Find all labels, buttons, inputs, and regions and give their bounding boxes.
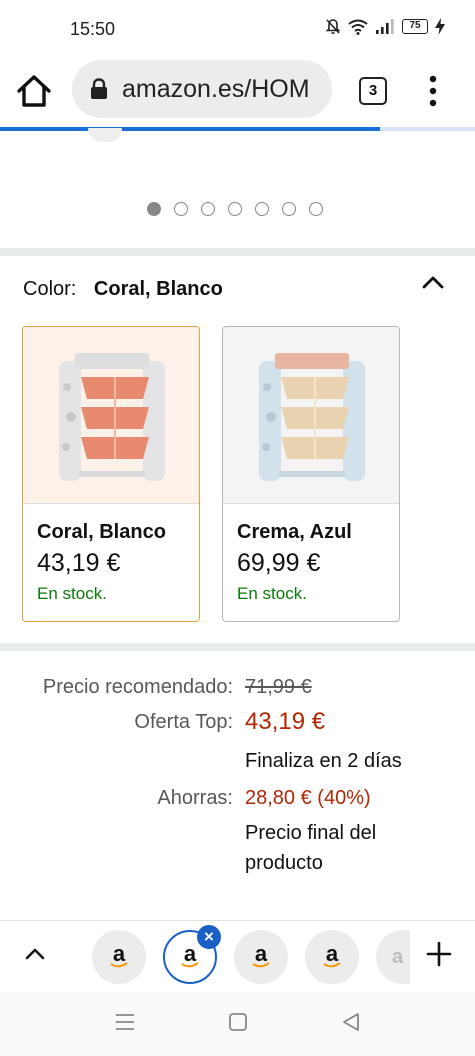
list-price: 71,99 € bbox=[245, 676, 312, 698]
carousel-dot[interactable] bbox=[282, 202, 296, 216]
lock-icon bbox=[91, 78, 107, 99]
tab-thumbnail[interactable]: a bbox=[305, 930, 359, 984]
signal-icon bbox=[376, 19, 394, 34]
section-divider bbox=[0, 248, 475, 256]
back-icon[interactable] bbox=[341, 1012, 361, 1032]
amazon-favicon: a bbox=[248, 941, 274, 970]
carousel-dot[interactable] bbox=[174, 202, 188, 216]
status-time: 15:50 bbox=[70, 19, 116, 39]
url-text: amazon.es/HOM bbox=[122, 74, 310, 103]
final-price-note-2: producto bbox=[245, 852, 323, 874]
status-icons: 75 bbox=[325, 18, 445, 35]
carousel-dot[interactable] bbox=[201, 202, 215, 216]
swatch-name: Coral, Blanco bbox=[37, 521, 166, 543]
charging-icon bbox=[435, 18, 445, 35]
tab-thumbnail[interactable]: a bbox=[234, 930, 288, 984]
color-selector-header: Color: Coral, Blanco bbox=[23, 278, 223, 301]
swatch-divider bbox=[23, 503, 199, 504]
home-square-icon[interactable] bbox=[228, 1012, 248, 1032]
savings-label: Ahorras: bbox=[157, 787, 233, 809]
swatch-price: 43,19 € bbox=[37, 549, 121, 577]
address-bar[interactable]: amazon.es/HOM bbox=[72, 60, 332, 118]
color-label: Color: bbox=[23, 278, 77, 300]
carousel-dot[interactable] bbox=[255, 202, 269, 216]
swatch-name: Crema, Azul bbox=[237, 521, 352, 543]
page-load-progress bbox=[0, 127, 380, 131]
plus-icon[interactable] bbox=[425, 940, 453, 968]
section-divider bbox=[0, 643, 475, 651]
list-price-label: Precio recomendado: bbox=[42, 676, 233, 698]
swatch-divider bbox=[223, 503, 399, 504]
status-bar: 15:50 75 bbox=[0, 0, 475, 60]
product-image-edge bbox=[88, 128, 122, 142]
carousel-dots[interactable] bbox=[147, 202, 323, 216]
chevron-up-icon[interactable] bbox=[24, 946, 46, 962]
mute-icon bbox=[325, 19, 341, 34]
carousel-dot[interactable] bbox=[147, 202, 161, 216]
amazon-favicon: a bbox=[106, 941, 132, 970]
tabs-button[interactable]: 3 bbox=[359, 77, 387, 105]
amazon-favicon: a bbox=[319, 941, 345, 970]
battery-icon: 75 bbox=[402, 19, 428, 34]
carousel-dot[interactable] bbox=[309, 202, 323, 216]
browser-toolbar: amazon.es/HOM 3 bbox=[0, 60, 475, 122]
swatch-stock: En stock. bbox=[237, 584, 307, 603]
chevron-up-icon[interactable] bbox=[421, 274, 445, 290]
carousel-dot[interactable] bbox=[228, 202, 242, 216]
tab-thumbnail[interactable]: a bbox=[92, 930, 146, 984]
deal-ends: Finaliza en 2 días bbox=[245, 750, 402, 772]
product-thumbnail bbox=[223, 327, 399, 503]
menu-icon[interactable] bbox=[425, 74, 441, 108]
final-price-note: Precio final del bbox=[245, 822, 377, 844]
swatch-price: 69,99 € bbox=[237, 549, 321, 577]
deal-price: 43,19 € bbox=[245, 708, 326, 735]
amazon-favicon: a bbox=[177, 941, 203, 970]
battery-level: 75 bbox=[402, 19, 428, 34]
wifi-icon bbox=[348, 19, 368, 35]
color-option-crema-azul[interactable]: Crema, Azul 69,99 € En stock. bbox=[222, 326, 400, 622]
tab-switcher-strip: a a × a a a bbox=[0, 920, 475, 992]
tab-thumbnail-partial[interactable]: a bbox=[376, 930, 410, 984]
close-tab-icon[interactable]: × bbox=[197, 925, 221, 949]
savings-amount: 28,80 € (40%) bbox=[245, 787, 371, 809]
system-nav-bar bbox=[0, 992, 475, 1056]
home-icon[interactable] bbox=[16, 74, 52, 108]
color-selected-value: Coral, Blanco bbox=[93, 278, 223, 300]
color-option-coral-blanco[interactable]: Coral, Blanco 43,19 € En stock. bbox=[22, 326, 200, 622]
swatch-stock: En stock. bbox=[37, 584, 107, 603]
deal-label: Oferta Top: bbox=[134, 711, 233, 733]
product-thumbnail bbox=[23, 327, 199, 503]
recents-icon[interactable] bbox=[114, 1012, 136, 1032]
favicon-letter: a bbox=[392, 945, 404, 968]
